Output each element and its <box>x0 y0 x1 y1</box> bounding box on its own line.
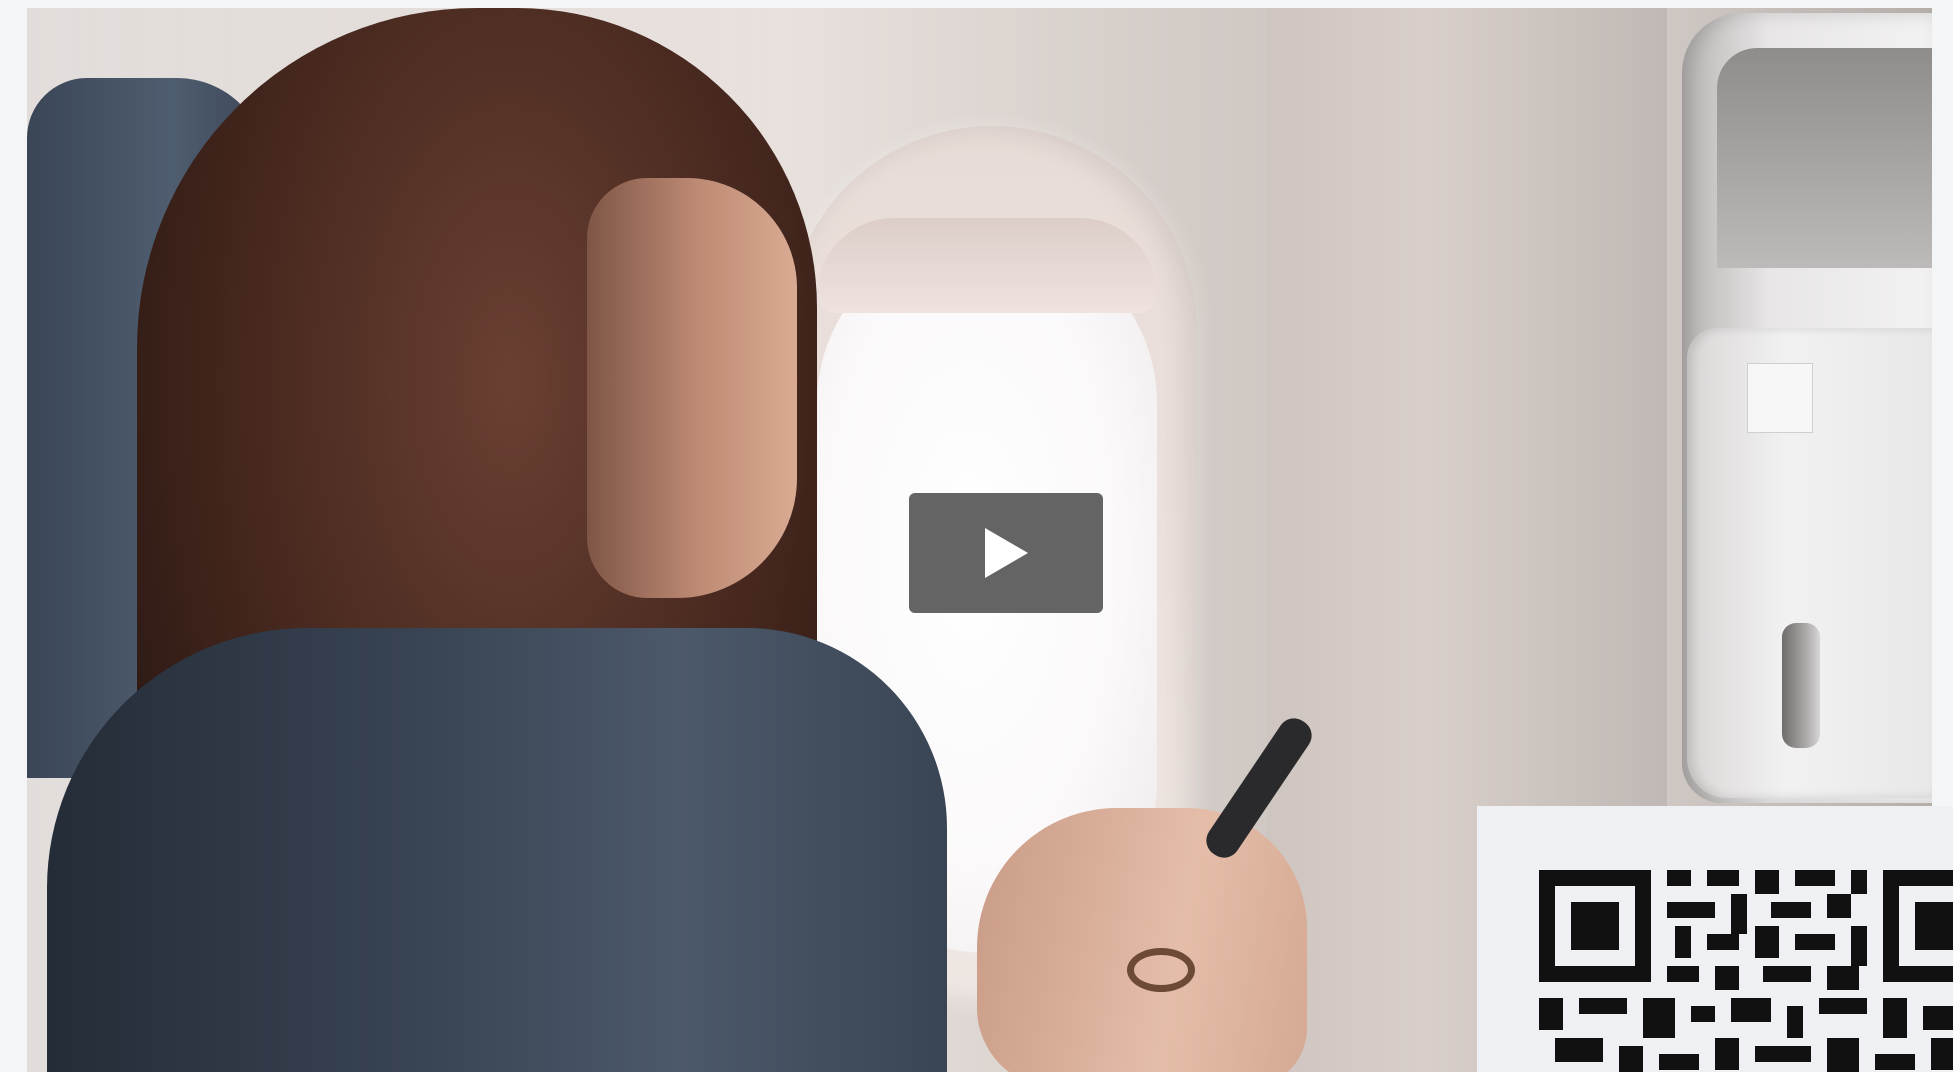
airplane-window-shade <box>817 218 1157 313</box>
overhead-bin-inner <box>1717 48 1932 268</box>
qr-code-graphic <box>1539 870 1953 1072</box>
qr-code-icon <box>1539 870 1953 1072</box>
qr-code-card <box>1477 806 1953 1072</box>
play-button[interactable] <box>909 493 1103 613</box>
woman-face <box>587 178 797 598</box>
woman-shirt <box>47 628 947 1072</box>
bin-latch <box>1782 623 1820 748</box>
woman-hand <box>977 808 1307 1072</box>
ring <box>1127 948 1195 992</box>
page <box>0 0 1953 1072</box>
play-icon <box>985 528 1028 578</box>
bin-label <box>1747 363 1813 433</box>
